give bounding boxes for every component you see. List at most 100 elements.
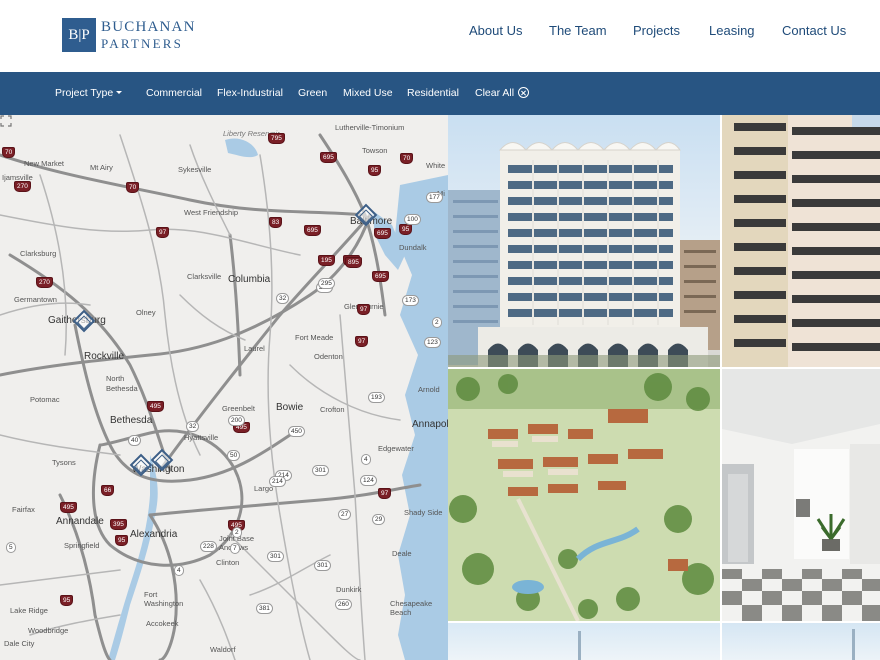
map-label: Lutherville-Timonium [335,123,405,132]
interstate-shield-icon: 495 [60,502,77,513]
interstate-shield-icon: 95 [399,224,413,235]
building-sky-image [578,631,581,660]
route-shield-icon: 381 [256,603,273,614]
nav-projects[interactable]: Projects [633,23,680,38]
route-shield-icon: 32 [186,421,200,432]
map-label: Clarksville [187,272,222,281]
route-shield-icon: 214 [269,476,286,487]
map-label: Germantown [14,295,57,304]
map-label: West Friendship [184,208,239,217]
map-label: Fort Meade [295,333,334,342]
route-shield-icon: 228 [200,541,217,552]
map-label-city: Alexandria [130,529,178,540]
nav-the-team[interactable]: The Team [549,23,607,38]
route-shield-icon: 123 [424,337,441,348]
map-label: New Market [24,159,65,168]
map-label: Accokeek [146,619,179,628]
interstate-shield-icon: 795 [268,133,285,144]
map-label: Clarksburg [20,249,57,258]
map-label: Olney [136,308,156,317]
aerial-rendering-image [448,369,720,621]
map-label: Arnold [418,385,440,394]
main-nav: About Us The Team Projects Leasing Conta… [0,23,880,43]
map-label: Dunkirk [336,585,362,594]
map-label: White [426,161,446,170]
interstate-shield-icon: 895 [345,257,362,268]
interstate-shield-icon: 270 [14,181,31,192]
route-shield-icon: 5 [6,542,16,553]
map-label: Springfield [64,541,100,550]
map-label: Odenton [314,352,343,361]
interstate-shield-icon: 695 [304,225,321,236]
map-label-city: Bethesda [110,415,153,426]
project-photo-partial-2[interactable] [722,623,880,660]
route-shield-icon: 295 [318,278,335,289]
clear-circle-icon [518,87,530,98]
map-label-city: Rockville [84,351,125,362]
interstate-shield-icon: 70 [126,182,140,193]
project-photo-office-building[interactable] [722,115,880,367]
map-label-city: Columbia [228,274,271,285]
route-shield-icon: 40 [128,435,142,446]
clear-all-button[interactable]: Clear All [475,87,530,99]
route-shield-icon: 100 [404,214,421,225]
interstate-shield-icon: 70 [400,153,414,164]
project-photo-partial[interactable] [448,623,720,660]
interstate-shield-icon: 95 [368,165,382,176]
nav-contact-us[interactable]: Contact Us [782,23,846,38]
interstate-shield-icon: 66 [101,485,115,496]
project-photo-mixed-use-rendering[interactable] [448,369,720,621]
interstate-shield-icon: 97 [156,227,170,238]
route-shield-icon: 301 [267,551,284,562]
interstate-shield-icon: 83 [269,217,283,228]
filter-green[interactable]: Green [298,87,327,99]
route-shield-icon: 4 [361,454,371,465]
route-shield-icon: 450 [288,426,305,437]
office-tower-image [448,142,720,367]
map-label: Fairfax [12,505,35,514]
route-shield-icon: 50 [227,450,241,461]
filter-residential[interactable]: Residential [407,87,459,99]
map-label: Tysons [52,458,76,467]
route-shield-icon: 193 [368,392,385,403]
map-label: Deale [392,549,412,558]
map-label-city: Annandale [56,516,104,527]
building-sky-image-2 [852,629,855,660]
route-shield-icon: 29 [372,514,386,525]
filter-commercial[interactable]: Commercial [146,87,202,99]
projects-map[interactable]: Liberty Reservoir Lutherville-Timonium T… [0,115,448,660]
project-filter-bar: Project Type Commercial Flex-Industrial … [0,72,880,115]
nav-about-us[interactable]: About Us [469,23,522,38]
project-photo-lobby[interactable] [722,369,880,621]
interstate-shield-icon: 695 [374,228,391,239]
map-label: Shady Side [404,508,443,517]
filter-mixed-use[interactable]: Mixed Use [343,87,393,99]
office-building-image [722,115,880,367]
project-photo-office-tower[interactable] [448,115,720,367]
filter-flex-industrial[interactable]: Flex-Industrial [217,87,283,99]
map-label: Laurel [244,344,265,353]
interstate-shield-icon: 97 [378,488,392,499]
map-label: Woodbridge [28,626,69,635]
interstate-shield-icon: 695 [320,152,337,163]
map-label: Waldorf [210,645,236,654]
route-shield-icon: 301 [314,560,331,571]
route-shield-icon: 177 [426,192,443,203]
fullscreen-icon[interactable] [0,115,12,127]
site-header: B|P BUCHANAN PARTNERS About Us The Team … [0,0,880,72]
map-label: Dundalk [399,243,427,252]
route-shield-icon: 2 [432,317,442,328]
route-shield-icon: 2 [232,527,242,538]
route-shield-icon: 4 [174,565,184,576]
interstate-shield-icon: 97 [357,304,371,315]
map-label: Potomac [30,395,60,404]
lobby-interior-image [722,369,880,621]
map-label-city: Bowie [276,402,304,413]
route-shield-icon: 200 [228,415,245,426]
map-label: Greenbelt [222,404,255,413]
route-shield-icon: 260 [335,599,352,610]
map-label: Edgewater [378,444,414,453]
project-type-dropdown[interactable]: Project Type [55,87,123,99]
map-label: Chesapeake Beach [390,599,433,617]
nav-leasing[interactable]: Leasing [709,23,755,38]
